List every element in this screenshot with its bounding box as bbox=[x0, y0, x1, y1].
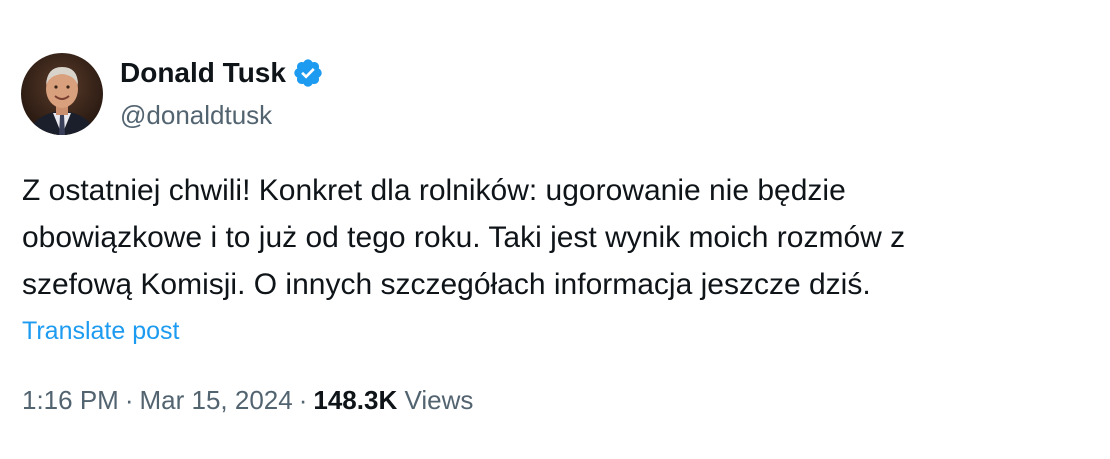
verified-badge-icon bbox=[292, 57, 324, 89]
views-count[interactable]: 148.3K bbox=[313, 385, 397, 415]
views-label[interactable]: Views bbox=[404, 385, 473, 415]
author-display-name: Donald Tusk bbox=[120, 57, 286, 88]
avatar[interactable] bbox=[21, 53, 103, 135]
post-date[interactable]: Mar 15, 2024 bbox=[140, 385, 293, 415]
post-card: Donald Tusk @donaldtusk Z ostatniej chwi… bbox=[0, 0, 1110, 459]
meta-separator: · bbox=[298, 385, 308, 415]
profile-photo bbox=[21, 53, 103, 135]
post-text: Z ostatniej chwili! Konkret dla rolników… bbox=[22, 167, 1092, 308]
post-meta: 1:16 PM · Mar 15, 2024 · 148.3K Views bbox=[22, 382, 473, 418]
author-name[interactable]: Donald Tusk bbox=[120, 56, 324, 90]
post-text-line: obowiązkowe i to już od tego roku. Taki … bbox=[22, 221, 906, 254]
post-time[interactable]: 1:16 PM bbox=[22, 385, 119, 415]
post-text-line: Z ostatniej chwili! Konkret dla rolników… bbox=[22, 174, 846, 207]
translate-post-link[interactable]: Translate post bbox=[22, 315, 179, 347]
post-text-line: szefową Komisji. O innych szczegółach in… bbox=[22, 268, 871, 301]
author-handle[interactable]: @donaldtusk bbox=[120, 98, 272, 132]
meta-separator: · bbox=[124, 385, 134, 415]
